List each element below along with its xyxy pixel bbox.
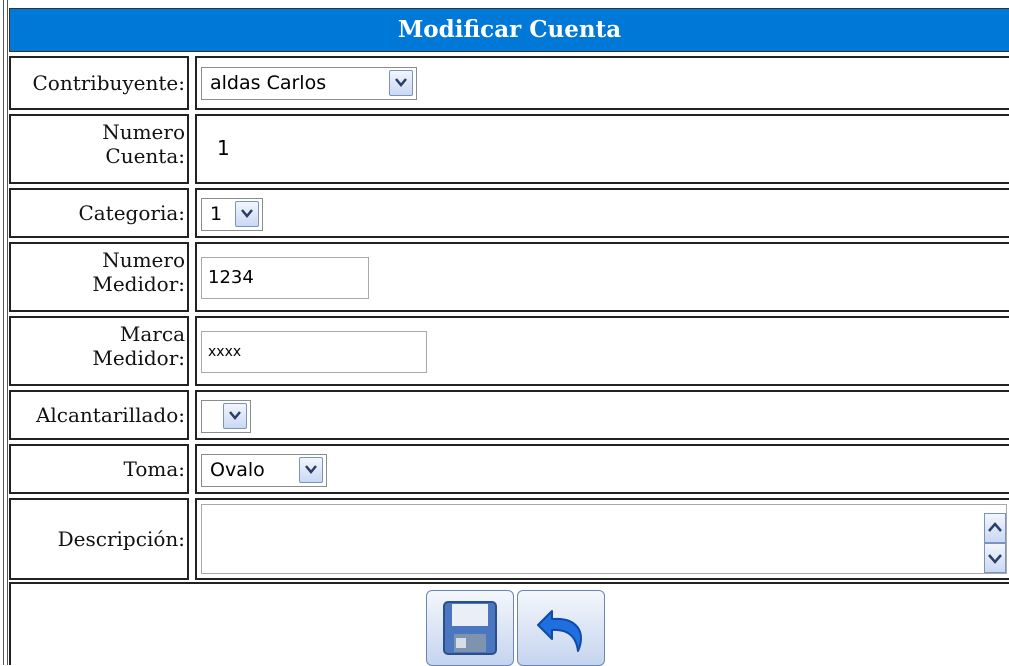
- row-numero-medidor: Numero Medidor: 1234: [9, 242, 1009, 312]
- chevron-down-icon[interactable]: [223, 403, 247, 429]
- row-toma: Toma: Ovalo: [9, 444, 1009, 494]
- numero-cuenta-label-line1: Numero: [102, 120, 185, 144]
- save-button[interactable]: [426, 590, 514, 666]
- alcantarillado-label: Alcantarillado:: [9, 390, 189, 440]
- numero-medidor-input[interactable]: 1234: [201, 257, 369, 299]
- chevron-down-icon[interactable]: [299, 457, 323, 483]
- chevron-down-icon[interactable]: [235, 201, 259, 227]
- marca-medidor-cell: xxxx: [195, 316, 1009, 386]
- scroll-up-icon[interactable]: [984, 513, 1006, 543]
- numero-cuenta-cell: 1: [195, 114, 1009, 184]
- numero-medidor-value: 1234: [208, 267, 254, 288]
- contribuyente-select[interactable]: aldas Carlos: [201, 67, 417, 100]
- row-categoria: Categoria: 1: [9, 188, 1009, 238]
- numero-medidor-label: Numero Medidor:: [9, 242, 189, 312]
- categoria-value: 1: [210, 203, 223, 225]
- row-descripcion: Descripción:: [9, 498, 1009, 580]
- numero-cuenta-label-line2: Cuenta:: [105, 144, 185, 168]
- numero-cuenta-label: Numero Cuenta:: [9, 114, 189, 184]
- numero-medidor-cell: 1234: [195, 242, 1009, 312]
- descripcion-textarea[interactable]: [201, 504, 1007, 574]
- toma-value: Ovalo: [210, 459, 265, 481]
- categoria-select[interactable]: 1: [201, 198, 263, 231]
- toma-cell: Ovalo: [195, 444, 1009, 494]
- form-title: Modificar Cuenta: [9, 8, 1009, 52]
- alcantarillado-select[interactable]: [201, 400, 251, 433]
- row-alcantarillado: Alcantarillado:: [9, 390, 1009, 440]
- row-marca-medidor: Marca Medidor: xxxx: [9, 316, 1009, 386]
- marca-medidor-label: Marca Medidor:: [9, 316, 189, 386]
- marca-medidor-label-line1: Marca: [119, 322, 185, 346]
- toma-label: Toma:: [9, 444, 189, 494]
- categoria-label: Categoria:: [9, 188, 189, 238]
- modify-account-form: Modificar Cuenta Contribuyente: aldas Ca…: [0, 0, 1009, 666]
- marca-medidor-label-line2: Medidor:: [92, 346, 185, 370]
- contribuyente-value: aldas Carlos: [210, 72, 327, 94]
- toma-select[interactable]: Ovalo: [201, 454, 327, 487]
- action-bar: [9, 582, 1009, 666]
- undo-button[interactable]: [517, 590, 605, 666]
- alcantarillado-cell: [195, 390, 1009, 440]
- floppy-disk-icon: [443, 601, 497, 655]
- row-contribuyente: Contribuyente: aldas Carlos: [9, 56, 1009, 110]
- categoria-cell: 1: [195, 188, 1009, 238]
- marca-medidor-input[interactable]: xxxx: [201, 331, 427, 373]
- numero-medidor-label-line1: Numero: [102, 248, 185, 272]
- numero-cuenta-value[interactable]: 1: [201, 118, 351, 178]
- undo-arrow-icon: [537, 610, 582, 652]
- descripcion-cell: [195, 498, 1009, 580]
- contribuyente-cell: aldas Carlos: [195, 56, 1009, 110]
- contribuyente-label: Contribuyente:: [9, 56, 189, 110]
- outer-border-left: [3, 0, 4, 665]
- scroll-down-icon[interactable]: [984, 543, 1006, 573]
- chevron-down-icon[interactable]: [389, 70, 413, 96]
- row-numero-cuenta: Numero Cuenta: 1: [9, 114, 1009, 184]
- outer-border-left-inner: [7, 0, 8, 665]
- numero-medidor-label-line2: Medidor:: [92, 272, 185, 296]
- descripcion-label: Descripción:: [9, 498, 189, 580]
- marca-medidor-value: xxxx: [208, 344, 242, 360]
